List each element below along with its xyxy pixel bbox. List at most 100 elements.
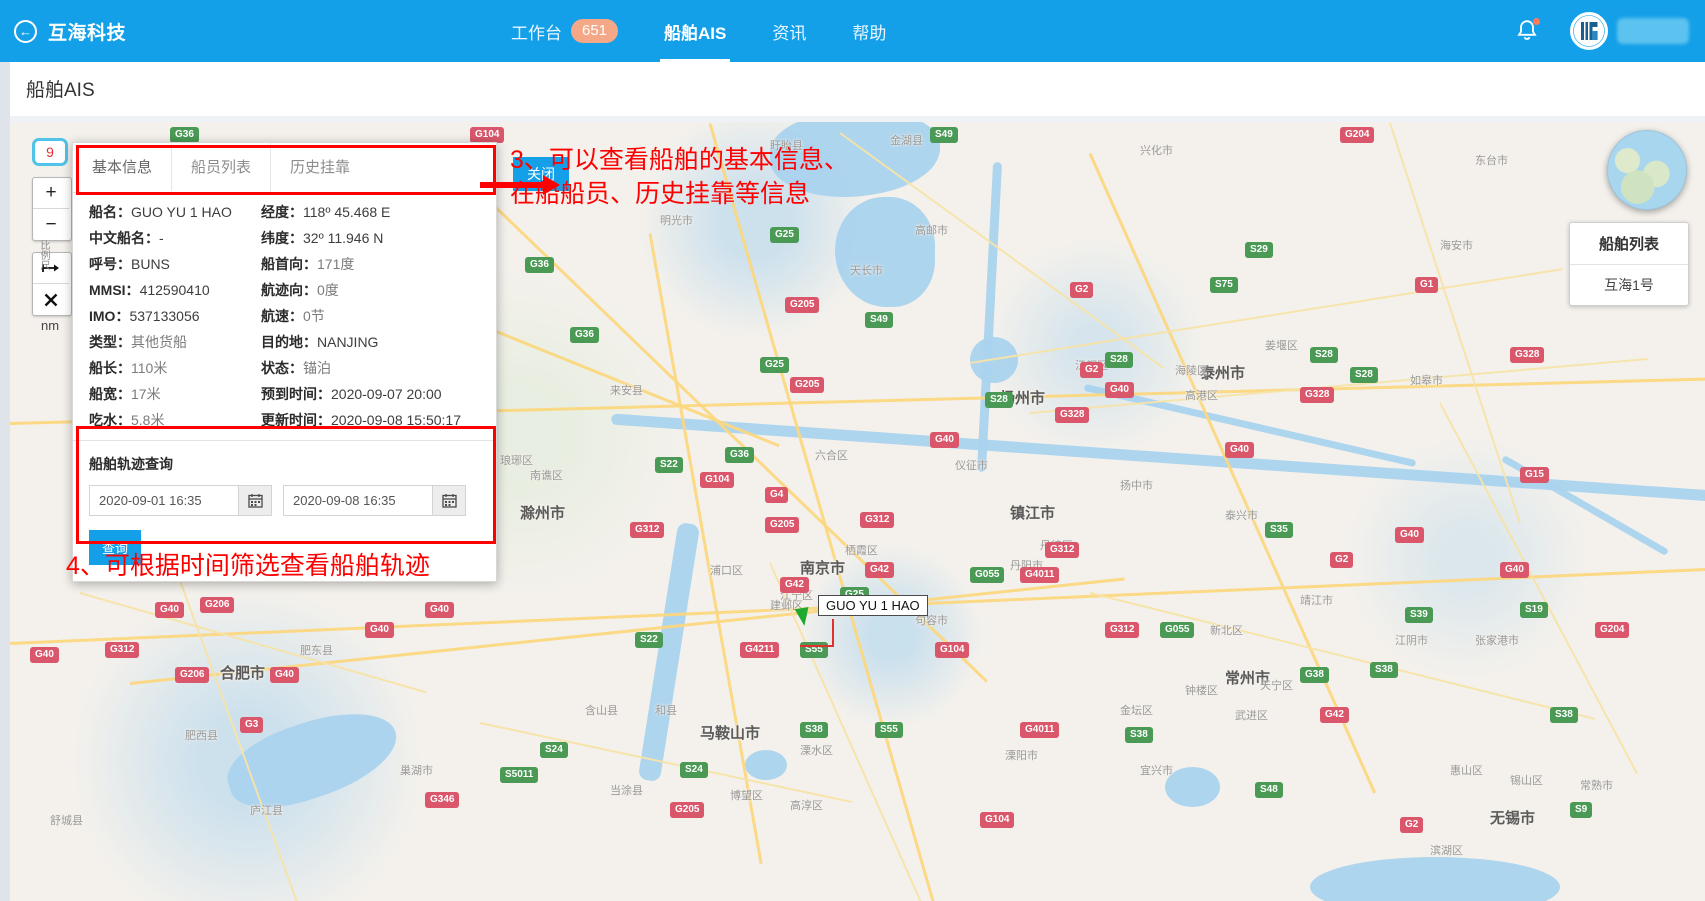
field-draft: 吃水：5.8米 — [89, 410, 261, 430]
nav-item-help[interactable]: 帮助 — [846, 0, 892, 62]
field-destination-value: NANJING — [317, 334, 379, 350]
map-town-label: 南谯区 — [530, 470, 563, 482]
field-latitude-key: 纬度： — [261, 230, 303, 246]
field-eta-key: 预到时间： — [261, 386, 331, 402]
field-update-time-value: 2020-09-08 15:50:17 — [331, 412, 461, 428]
map-town-label: 兴化市 — [1140, 145, 1173, 157]
map-road-shield: G1 — [1415, 277, 1439, 293]
user-avatar-logo[interactable] — [1570, 12, 1608, 50]
map-town-label: 肥西县 — [185, 730, 218, 742]
map-town-label: 如皋市 — [1410, 375, 1443, 387]
map-town-label: 钟楼区 — [1185, 685, 1218, 697]
map-city-label: 镇江市 — [1010, 505, 1056, 522]
map-road-shield: G4011 — [1020, 722, 1060, 738]
map-road-shield: S22 — [655, 457, 683, 473]
scale-bar-label: 比例尺 — [38, 240, 49, 270]
map-road-shield: S48 — [1255, 782, 1283, 798]
tab-basic-info[interactable]: 基本信息 — [73, 143, 173, 192]
map-road-shield: S24 — [680, 762, 708, 778]
map-road-shield: G055 — [970, 567, 1005, 583]
map-road-shield: G40 — [155, 602, 184, 618]
map-town-label: 高淳区 — [790, 800, 823, 812]
back-arrow-circle-icon[interactable]: ← — [14, 19, 37, 43]
map-town-label: 和县 — [655, 705, 677, 717]
map-city-label: 南京市 — [800, 560, 846, 577]
map-toolbar: 9 + − nm — [32, 138, 72, 333]
main-nav: 工作台 651 船舶AIS 资讯 帮助 — [505, 0, 892, 62]
map-town-label: 天长市 — [850, 265, 883, 277]
field-status: 状态：锚泊 — [261, 358, 496, 378]
track-end-field[interactable] — [283, 485, 466, 516]
track-start-input[interactable] — [90, 486, 238, 515]
tab-port-call-history[interactable]: 历史挂靠 — [271, 143, 369, 192]
map-road-shield: G2 — [1080, 362, 1104, 378]
field-speed-value: 0节 — [303, 308, 325, 324]
map-road-shield: S28 — [1105, 352, 1133, 368]
zoom-button-stack: + − — [32, 177, 72, 241]
x-glyph — [44, 293, 58, 306]
field-course-value: 0度 — [317, 282, 339, 298]
zoom-in-button[interactable]: + — [33, 178, 69, 209]
vessel-list-title: 船舶列表 — [1570, 223, 1688, 265]
map-road-shield: G206 — [200, 597, 235, 613]
map-road-shield: G40 — [1500, 562, 1529, 578]
field-draft-value: 5.8米 — [131, 412, 165, 428]
field-eta: 预到时间：2020-09-07 20:00 — [261, 384, 496, 404]
left-rail — [0, 62, 10, 901]
map-road-shield: G204 — [1340, 127, 1375, 143]
map-canvas[interactable]: 南京市 扬州市 泰州市 镇江市 常州市 合肥市 马鞍山市 无锡市 滁州市 金湖县 兴化市 东台市 高邮… — [10, 122, 1705, 901]
field-ship-name-value: GUO YU 1 HAO — [131, 204, 232, 220]
nav-item-news[interactable]: 资讯 — [766, 0, 812, 62]
map-road-shield: G205 — [785, 297, 820, 313]
zoom-level-badge[interactable]: 9 — [32, 138, 68, 166]
tab-crew-list[interactable]: 船员列表 — [172, 143, 272, 192]
map-town-label: 当涂县 — [610, 785, 643, 797]
field-mmsi-value: 412590410 — [139, 282, 210, 298]
clear-x-icon[interactable] — [33, 284, 69, 315]
nav-item-vessel-ais[interactable]: 船舶AIS — [658, 0, 732, 62]
field-beam-value: 17米 — [131, 386, 161, 402]
map-road-shield: G40 — [365, 622, 394, 638]
calendar-icon[interactable] — [238, 486, 271, 515]
field-longitude: 经度：118º 45.468 E — [261, 202, 496, 222]
track-query-button[interactable]: 查询 — [89, 530, 142, 565]
vessel-info-popup: 基本信息 船员列表 历史挂靠 船名：GUO YU 1 HAO 经度：118º 4… — [72, 142, 497, 582]
map-town-label: 六合区 — [815, 450, 848, 462]
measure-unit-label: nm — [40, 318, 60, 333]
track-start-field[interactable] — [89, 485, 272, 516]
map-road-shield: G25 — [770, 227, 799, 243]
map-road-shield: G328 — [1300, 387, 1335, 403]
map-road-shield: G40 — [1395, 527, 1424, 543]
map-road-shield: G346 — [425, 792, 460, 808]
field-course: 航迹向：0度 — [261, 280, 496, 300]
track-query-title: 船舶轨迹查询 — [89, 456, 173, 472]
vessel-list-panel: 船舶列表 互海1号 — [1569, 222, 1689, 306]
zoom-out-button[interactable]: − — [33, 209, 69, 240]
map-town-label: 扬中市 — [1120, 480, 1153, 492]
popup-tabs: 基本信息 船员列表 历史挂靠 — [73, 143, 496, 193]
map-road-shield: S49 — [930, 127, 958, 143]
notification-bell-icon[interactable] — [1514, 17, 1540, 45]
popup-close-button[interactable]: 关闭 — [513, 157, 569, 191]
nav-item-workbench[interactable]: 工作台 651 — [505, 0, 624, 62]
map-road-shield: G42 — [780, 577, 809, 593]
field-imo-key: IMO： — [89, 308, 130, 324]
field-length-key: 船长： — [89, 360, 131, 376]
nav-item-help-label: 帮助 — [852, 23, 887, 43]
map-road-shield: G204 — [1595, 622, 1630, 638]
vessel-marker[interactable]: GUO YU 1 HAO — [794, 595, 928, 627]
field-mmsi: MMSI：412590410 — [89, 280, 261, 300]
map-town-label: 来安县 — [610, 385, 643, 397]
map-road-shield: G055 — [1160, 622, 1195, 638]
map-type-globe-icon[interactable] — [1607, 130, 1687, 210]
map-town-label: 金湖县 — [890, 135, 923, 147]
map-town-label: 常熟市 — [1580, 780, 1613, 792]
field-update-time: 更新时间：2020-09-08 15:50:17 — [261, 410, 496, 430]
calendar-icon[interactable] — [432, 486, 465, 515]
map-road-shield: G36 — [725, 447, 754, 463]
field-ship-name-key: 船名： — [89, 204, 131, 220]
field-length-value: 110米 — [131, 360, 168, 376]
vessel-marker-label: GUO YU 1 HAO — [818, 595, 928, 616]
vessel-list-item[interactable]: 互海1号 — [1570, 265, 1688, 305]
track-end-input[interactable] — [284, 486, 432, 515]
